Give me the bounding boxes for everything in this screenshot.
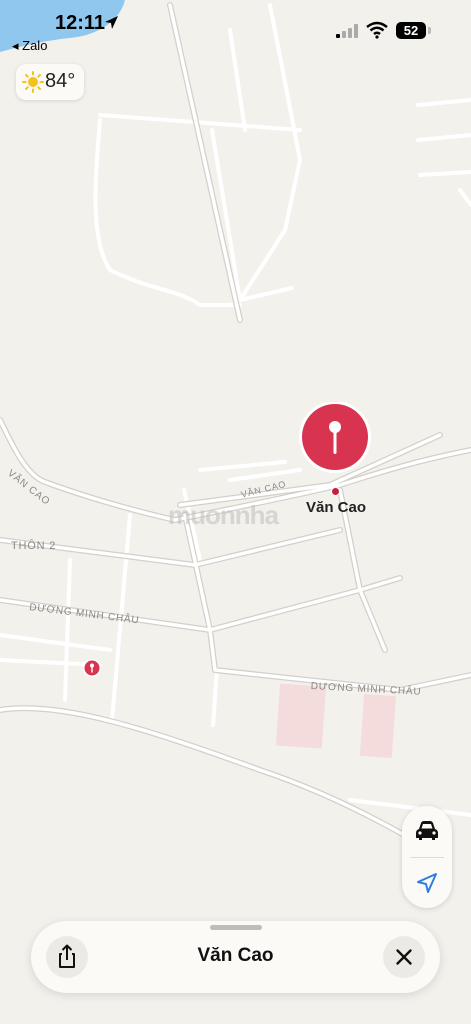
battery-level: 52 [396,22,426,39]
location-services-icon [105,16,118,29]
status-bar: 12:11 ◂ Zalo 52 [0,0,471,60]
back-to-app-link[interactable]: ◂ Zalo [12,38,47,54]
battery-cap [428,27,431,34]
pin-location-dot [331,487,340,496]
status-time: 12:11 [55,12,106,34]
cellular-signal-icon [336,24,358,38]
wifi-icon [366,21,388,39]
watermark: muonnha [168,500,279,530]
close-button[interactable] [383,936,425,978]
selected-place-label[interactable]: Văn Cao [306,499,366,516]
area-label-thon-2: THÔN 2 [11,540,57,552]
place-pin-icon[interactable] [83,659,101,677]
close-icon [396,949,412,965]
sun-icon [22,71,44,93]
map-pin-icon [299,401,371,473]
controls-divider [410,857,444,858]
sheet-grabber[interactable] [210,925,262,930]
selected-place-pin[interactable] [298,401,372,476]
weather-temperature: 84° [45,70,76,92]
weather-chip[interactable]: 84° [16,64,84,100]
car-icon[interactable] [415,820,439,842]
location-arrow-icon[interactable] [416,872,438,894]
map-controls [402,806,452,908]
